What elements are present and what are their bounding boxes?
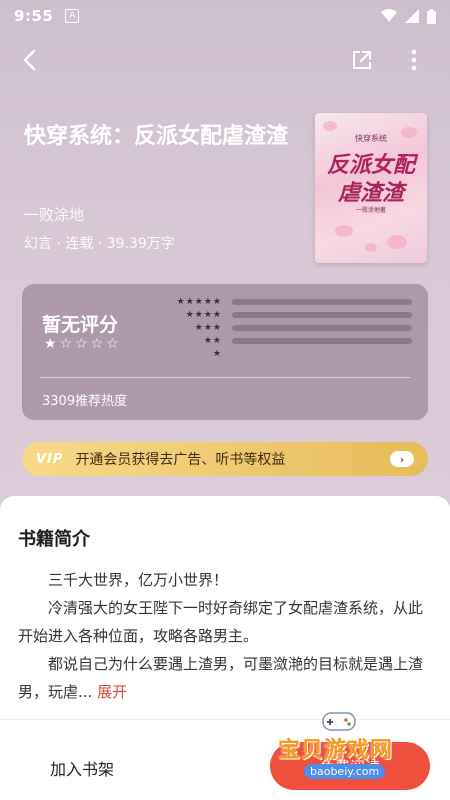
distribution-bar [232,325,412,331]
status-icons [381,8,436,24]
cover-series: 快穿系统 [355,134,387,143]
distribution-row: ★★★★★ [142,296,412,308]
distribution-stars: ★★ [203,336,222,346]
book-cover[interactable]: 快穿系统 反派女配 虐渣渣 一败涂地著 [315,113,427,263]
distribution-row: ★★★★ [142,309,412,321]
intro-paragraph: 三千大世界，亿万小世界！ [48,571,229,589]
back-icon[interactable] [16,46,44,74]
battery-icon [427,8,436,24]
distribution-bar [232,299,412,305]
book-author[interactable]: 一败涂地 [24,204,84,225]
distribution-row: ★ [142,348,412,360]
distribution-row: ★★ [142,335,412,347]
cover-petal [323,121,337,131]
rating-card[interactable]: 暂无评分 ★☆☆☆☆ ★★★★★ ★★★★ ★★★ ★★ ★ 3309推荐热度 [22,284,428,420]
vip-text: 开通会员获得去广告、听书等权益 [75,452,286,468]
intro-paragraph: 冷清强大的女王陛下一时好奇绑定了女配虐渣系统，从此开始进入各种位面，攻略各路男主… [18,599,424,645]
rating-divider [40,377,410,378]
intro-paragraph-text: 都说自己为什么要遇上渣男，可墨潋滟的目标就是遇上渣男，玩虐... [18,655,424,701]
status-time: 9:55 [14,7,54,25]
cover-title-line2: 虐渣渣 [337,180,404,206]
book-meta: 幻言 · 连载 · 39.39万字 [24,236,175,252]
distribution-stars: ★★★★ [185,310,222,320]
vip-banner[interactable]: VIP 开通会员获得去广告、听书等权益 › [22,442,428,476]
notification-icon: A [65,9,80,23]
expand-link[interactable]: 展开 [97,683,127,701]
distribution-bar [232,312,412,318]
distribution-row: ★★★ [142,322,412,334]
watermark-url: baobeiy.com [304,764,386,779]
rating-label: 暂无评分 [42,314,119,336]
cover-petal [365,243,377,252]
rating-distribution: ★★★★★ ★★★★ ★★★ ★★ ★ [142,296,412,361]
intro-paragraph: 都说自己为什么要遇上渣男，可墨潋滟的目标就是遇上渣男，玩虐... 展开 [18,650,432,706]
distribution-stars: ★★★ [194,323,222,333]
more-icon[interactable] [404,46,424,74]
add-to-shelf-button[interactable]: 加入书架 [50,756,114,780]
status-bar: 9:55 A [0,0,450,32]
chevron-right-icon[interactable]: › [390,451,414,467]
signal-icon [405,9,419,23]
vip-badge: VIP [36,451,64,467]
intro-text: 三千大世界，亿万小世界！ 冷清强大的女王陛下一时好奇绑定了女配虐渣系统，从此开始… [18,566,432,706]
watermark-text: 宝贝游戏网 [278,738,394,763]
book-title: 快穿系统：反派女配虐渣渣 [24,124,289,149]
intro-title: 书籍简介 [18,529,90,550]
recommend-heat: 3309推荐热度 [42,394,128,409]
share-icon[interactable] [348,46,376,74]
cover-petal [335,225,353,237]
cover-author: 一败涂地著 [355,207,386,214]
rating-stars: ★☆☆☆☆ [44,336,122,352]
watermark: 宝贝游戏网 baobeiy.com [278,706,448,796]
gamepad-icon [322,712,356,731]
top-bar [0,40,450,80]
wifi-icon [381,9,397,22]
distribution-stars: ★★★★★ [176,297,222,307]
distribution-bar [232,338,412,344]
distribution-stars: ★ [212,349,222,359]
cover-petal [387,235,407,249]
